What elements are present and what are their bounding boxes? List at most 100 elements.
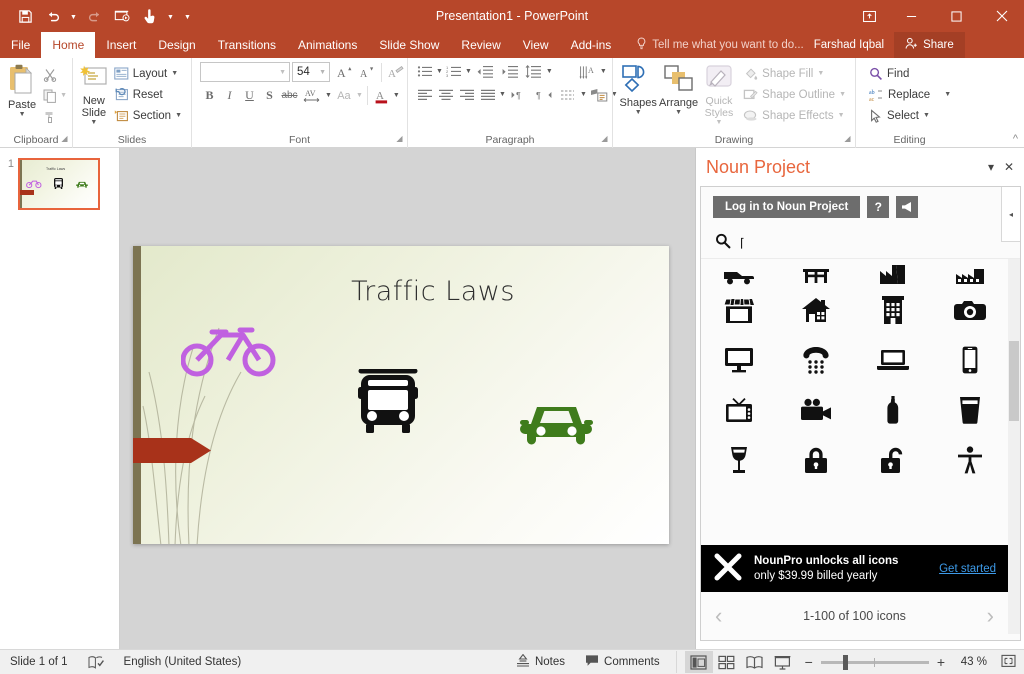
clear-formatting-button[interactable]: A <box>385 63 407 82</box>
reset-button[interactable]: Reset <box>110 84 186 105</box>
tab-file[interactable]: File <box>0 32 41 58</box>
font-color-button[interactable]: A <box>372 86 392 105</box>
help-button[interactable]: ? <box>867 196 889 218</box>
tab-animations[interactable]: Animations <box>287 32 368 58</box>
layout-button[interactable]: Layout ▼ <box>110 63 186 84</box>
result-factory-icon[interactable] <box>855 259 932 285</box>
change-case-dropdown-caret[interactable]: ▼ <box>356 92 363 99</box>
drawing-dialog-launcher[interactable]: ◢ <box>843 134 852 143</box>
font-size-dropdown-caret[interactable]: ▼ <box>319 69 329 76</box>
increase-indent-button[interactable] <box>498 62 522 81</box>
zoom-level-label[interactable]: 43 % <box>953 656 987 668</box>
format-painter-button[interactable] <box>39 106 60 127</box>
shape-effects-button[interactable]: Shape Effects ▼ <box>739 105 850 126</box>
bold-button[interactable]: B <box>200 86 219 105</box>
text-direction-button[interactable]: A <box>577 62 599 81</box>
panel-options-caret-icon[interactable]: ▾ <box>982 158 1000 176</box>
font-size-input[interactable]: 54 ▼ <box>292 62 330 82</box>
normal-view-button[interactable] <box>685 651 713 673</box>
reading-view-button[interactable] <box>741 651 769 673</box>
tab-insert[interactable]: Insert <box>95 32 147 58</box>
copy-button[interactable] <box>39 85 60 106</box>
noun-search-row[interactable]: ⌈ <box>701 227 1020 259</box>
replace-button[interactable]: abac Replace ▼ <box>865 84 955 105</box>
arrange-button[interactable]: Arrange ▼ <box>658 62 698 116</box>
slide-title[interactable]: Traffic Laws <box>253 276 613 307</box>
next-page-button[interactable]: › <box>987 603 994 629</box>
result-store-icon[interactable] <box>701 285 778 335</box>
select-button[interactable]: Select ▼ <box>865 105 934 126</box>
zoom-out-button[interactable]: − <box>805 654 813 670</box>
section-dropdown-caret[interactable]: ▼ <box>175 112 182 119</box>
quick-styles-dropdown-caret[interactable]: ▼ <box>716 119 723 126</box>
undo-dropdown-caret[interactable]: ▼ <box>68 4 79 28</box>
zoom-slider-track[interactable] <box>821 661 929 664</box>
clipboard-dialog-launcher[interactable]: ◢ <box>60 134 69 143</box>
touch-mode-dropdown-caret[interactable]: ▼ <box>165 4 176 28</box>
user-account-name[interactable]: Farshad Iqbal <box>804 32 894 58</box>
result-laptop-icon[interactable] <box>855 335 932 385</box>
slideshow-view-button[interactable] <box>769 651 797 673</box>
slide-canvas[interactable]: Traffic Laws <box>133 246 669 544</box>
tell-me-search[interactable]: Tell me what you want to do... <box>622 32 804 58</box>
prev-page-button[interactable]: ‹ <box>715 603 722 629</box>
tab-slide-show[interactable]: Slide Show <box>368 32 450 58</box>
result-monitor-icon[interactable] <box>701 335 778 385</box>
slide-edit-area[interactable]: Traffic Laws <box>120 148 695 649</box>
shape-outline-dropdown-caret[interactable]: ▼ <box>839 91 846 98</box>
strikethrough-button[interactable]: abc <box>280 86 299 105</box>
text-direction-dropdown-caret[interactable]: ▼ <box>600 68 607 75</box>
save-icon[interactable] <box>12 4 38 28</box>
underline-button[interactable]: U <box>240 86 259 105</box>
bullets-dropdown-caret[interactable]: ▼ <box>436 68 443 75</box>
result-camera-icon[interactable] <box>931 285 1008 335</box>
align-text-dropdown-caret[interactable]: ▼ <box>580 91 587 98</box>
result-lock-open-icon[interactable] <box>855 435 932 485</box>
slide-sorter-view-button[interactable] <box>713 651 741 673</box>
section-button[interactable]: Section ▼ <box>110 105 186 126</box>
slide-count-status[interactable]: Slide 1 of 1 <box>0 656 78 668</box>
result-truck-icon[interactable] <box>701 259 778 285</box>
tab-design[interactable]: Design <box>147 32 206 58</box>
result-telephone-icon[interactable] <box>778 335 855 385</box>
result-bottle-icon[interactable] <box>855 385 932 435</box>
tab-add-ins[interactable]: Add-ins <box>560 32 623 58</box>
zoom-in-button[interactable]: + <box>937 654 945 670</box>
start-slideshow-icon[interactable] <box>109 4 135 28</box>
font-color-dropdown-caret[interactable]: ▼ <box>393 92 400 99</box>
search-input[interactable]: ⌈ <box>740 236 745 250</box>
justify-dropdown-caret[interactable]: ▼ <box>499 91 506 98</box>
result-factory-alt-icon[interactable] <box>931 259 1008 285</box>
align-right-button[interactable] <box>457 85 477 104</box>
tab-home[interactable]: Home <box>41 32 95 58</box>
decrease-indent-button[interactable] <box>473 62 497 81</box>
close-button[interactable] <box>979 0 1024 32</box>
comments-button[interactable]: Comments <box>575 654 670 670</box>
login-to-noun-project-button[interactable]: Log in to Noun Project <box>713 196 860 218</box>
panel-collapse-arrow-icon[interactable]: ◂ <box>1001 187 1020 242</box>
result-video-camera-icon[interactable] <box>778 385 855 435</box>
italic-button[interactable]: I <box>220 86 239 105</box>
justify-button[interactable] <box>478 85 498 104</box>
language-status[interactable]: English (United States) <box>114 656 252 668</box>
cut-button[interactable] <box>39 64 60 85</box>
thumbnail-row[interactable]: 1 Traffic Laws <box>0 148 119 210</box>
feedback-megaphone-icon[interactable] <box>896 196 918 218</box>
tab-view[interactable]: View <box>512 32 560 58</box>
paragraph-dialog-launcher[interactable]: ◢ <box>600 134 609 143</box>
undo-icon[interactable] <box>40 4 66 28</box>
ltr-text-button[interactable]: ¶ <box>507 85 531 104</box>
customize-qat-icon[interactable]: ▼ <box>178 4 189 28</box>
bus-icon[interactable] <box>355 369 421 437</box>
shapes-button[interactable]: Shapes ▼ <box>618 62 658 116</box>
shape-outline-button[interactable]: Shape Outline ▼ <box>739 84 850 105</box>
numbering-button[interactable]: 123 <box>444 62 464 81</box>
font-name-input[interactable]: ▼ <box>200 62 290 82</box>
result-lock-closed-icon[interactable] <box>778 435 855 485</box>
decrease-font-size-button[interactable]: A <box>356 63 378 82</box>
panel-close-icon[interactable]: ✕ <box>1000 158 1018 176</box>
result-television-icon[interactable] <box>701 385 778 435</box>
line-spacing-dropdown-caret[interactable]: ▼ <box>546 68 553 75</box>
text-shadow-button[interactable]: S <box>260 86 279 105</box>
notes-button[interactable]: Notes <box>506 654 575 670</box>
